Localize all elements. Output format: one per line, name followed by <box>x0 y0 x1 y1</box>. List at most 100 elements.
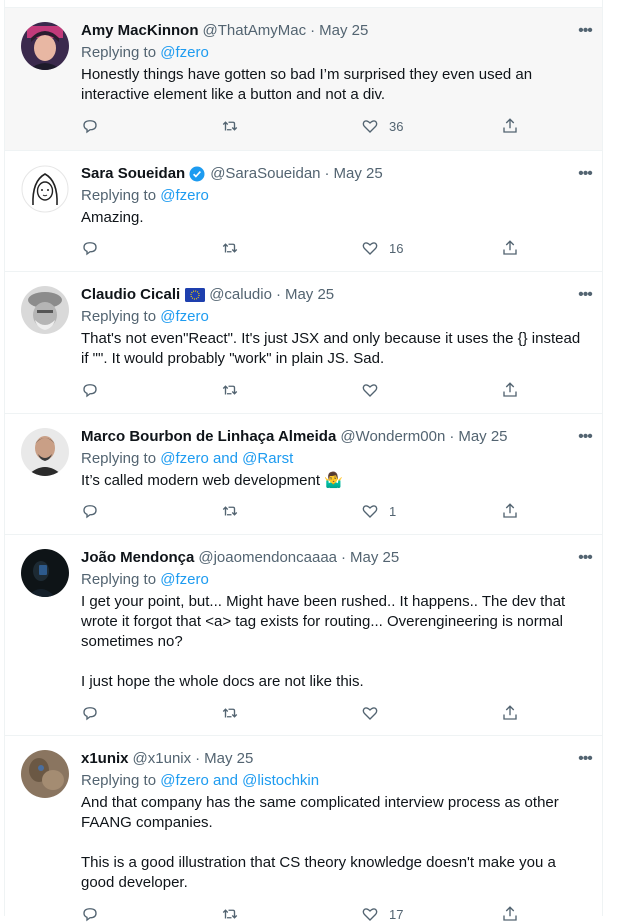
like-button[interactable] <box>361 380 441 400</box>
retweet-icon <box>222 385 238 395</box>
mention-link[interactable]: @listochkin <box>242 772 319 789</box>
timestamp[interactable]: May 25 <box>204 749 253 769</box>
timestamp[interactable]: May 25 <box>319 21 368 41</box>
display-name[interactable]: João Mendonça <box>81 548 194 568</box>
tweet-claudio-cicali[interactable]: ••• Claudio Cicali @caludio · May 25 Rep… <box>5 272 602 414</box>
retweet-button[interactable] <box>221 904 301 924</box>
avatar[interactable] <box>21 750 69 798</box>
like-button[interactable]: 16 <box>361 238 441 258</box>
username[interactable]: @x1unix <box>133 749 192 769</box>
like-button[interactable] <box>361 703 441 723</box>
tweet-x1unix[interactable]: ••• x1unix @x1unix · May 25 Replying to … <box>5 736 602 922</box>
action-bar: 1 <box>81 501 521 521</box>
action-bar: 17 <box>81 904 521 924</box>
mention-link[interactable]: @Rarst <box>242 450 293 467</box>
retweet-button[interactable] <box>221 238 301 258</box>
display-name[interactable]: x1unix <box>81 749 129 769</box>
retweet-button[interactable] <box>221 380 301 400</box>
mention-link[interactable]: @fzero <box>160 44 209 61</box>
timestamp[interactable]: May 25 <box>458 427 507 447</box>
reply-button[interactable] <box>81 380 161 400</box>
reply-icon <box>83 120 97 134</box>
share-button[interactable] <box>501 904 521 924</box>
username[interactable]: @caludio <box>209 285 272 305</box>
replying-to: Replying to @fzero <box>81 307 590 327</box>
share-button[interactable] <box>501 238 521 258</box>
timestamp[interactable]: May 25 <box>285 285 334 305</box>
like-count: 1 <box>389 503 397 519</box>
reply-button[interactable] <box>81 501 161 521</box>
like-icon <box>362 908 378 921</box>
reply-timeline: ••• Amy MacKinnon @ThatAmyMac · May 25 R… <box>4 0 603 922</box>
reply-icon <box>83 908 97 922</box>
like-icon <box>362 120 378 133</box>
share-button[interactable] <box>501 703 521 723</box>
display-name[interactable]: Marco Bourbon de Linhaça Almeida <box>81 427 336 447</box>
timestamp[interactable]: May 25 <box>350 548 399 568</box>
retweet-button[interactable] <box>221 501 301 521</box>
separator-dot: · <box>324 165 330 182</box>
like-count: 17 <box>389 906 404 922</box>
like-icon <box>362 505 378 518</box>
like-button[interactable]: 36 <box>361 116 441 136</box>
avatar[interactable] <box>21 428 69 476</box>
reply-button[interactable] <box>81 703 161 723</box>
avatar[interactable] <box>21 286 69 334</box>
username[interactable]: @joaomendoncaaaa <box>198 548 337 568</box>
share-button[interactable] <box>501 116 521 136</box>
share-button[interactable] <box>501 501 521 521</box>
share-button[interactable] <box>501 380 521 400</box>
mention-link[interactable]: @fzero <box>160 772 209 789</box>
share-icon <box>503 118 517 133</box>
username[interactable]: @Wonderm00n <box>340 427 445 447</box>
tweet-text: And that company has the same complicate… <box>81 794 559 891</box>
username[interactable]: @ThatAmyMac <box>203 21 307 41</box>
separator-dot: · <box>275 286 281 303</box>
previous-tweet-edge <box>5 0 602 8</box>
action-bar <box>81 703 521 723</box>
reply-icon <box>83 384 97 398</box>
reply-button[interactable] <box>81 116 161 136</box>
reply-button[interactable] <box>81 238 161 258</box>
reply-button[interactable] <box>81 904 161 924</box>
mention-link[interactable]: @fzero <box>160 308 209 325</box>
retweet-button[interactable] <box>221 703 301 723</box>
like-button[interactable]: 17 <box>361 904 441 924</box>
reply-icon <box>83 242 97 256</box>
avatar[interactable] <box>21 22 69 70</box>
replying-to: Replying to @fzero <box>81 43 590 63</box>
retweet-icon <box>222 708 238 718</box>
like-icon <box>362 707 378 720</box>
tweet-text: It’s called modern web development 🤷‍♂️ <box>81 472 343 489</box>
replying-label: Replying to <box>81 571 161 588</box>
share-icon <box>503 906 517 921</box>
tweet-text: Amazing. <box>81 209 144 226</box>
avatar[interactable] <box>21 165 69 213</box>
replying-to: Replying to @fzero and @Rarst <box>81 449 590 469</box>
mention-link[interactable]: @fzero <box>160 571 209 588</box>
replying-to: Replying to @fzero <box>81 570 590 590</box>
display-name[interactable]: Sara Soueidan <box>81 164 185 184</box>
tweet-joao-mendonca[interactable]: ••• João Mendonça @joaomendoncaaaa · May… <box>5 535 602 736</box>
verified-badge-icon <box>188 165 206 183</box>
tweet-sara-soueidan[interactable]: ••• Sara Soueidan @SaraSoueidan · May 25… <box>5 151 602 272</box>
retweet-button[interactable] <box>221 116 301 136</box>
timestamp[interactable]: May 25 <box>334 164 383 184</box>
eu-flag-icon <box>185 288 206 302</box>
mention-link[interactable]: @fzero <box>160 450 209 467</box>
display-name[interactable]: Claudio Cicali <box>81 285 180 305</box>
like-button[interactable]: 1 <box>361 501 441 521</box>
tweet-amy-mackinnon[interactable]: ••• Amy MacKinnon @ThatAmyMac · May 25 R… <box>5 8 602 151</box>
separator-dot: · <box>449 428 455 445</box>
avatar[interactable] <box>21 549 69 597</box>
display-name[interactable]: Amy MacKinnon <box>81 21 199 41</box>
separator-dot: · <box>195 750 201 767</box>
like-count: 16 <box>389 240 404 256</box>
replying-label: Replying to <box>81 308 161 325</box>
mention-link[interactable]: @fzero <box>160 187 209 204</box>
share-icon <box>503 503 517 518</box>
username[interactable]: @SaraSoueidan <box>210 164 320 184</box>
tweet-marco-bourbon[interactable]: ••• Marco Bourbon de Linhaça Almeida @Wo… <box>5 414 602 535</box>
action-bar: 36 <box>81 116 521 136</box>
reply-icon <box>83 707 97 721</box>
